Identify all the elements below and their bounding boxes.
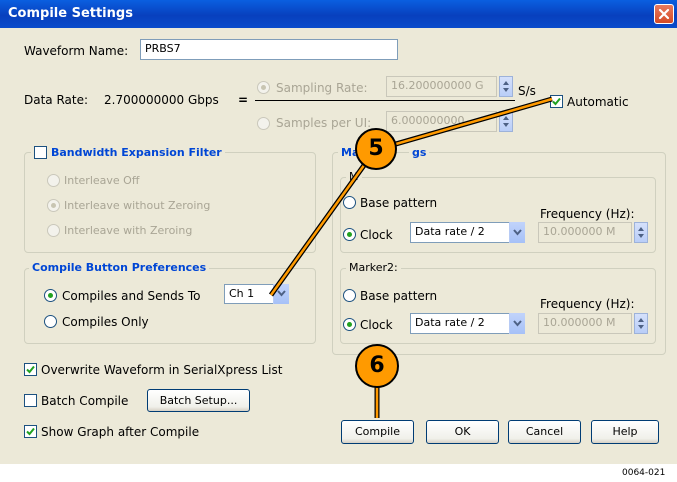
figure-id: 0064-021 — [622, 468, 666, 478]
callout-5: 5 — [355, 128, 397, 170]
callout-6: 6 — [355, 344, 399, 388]
callout-leaders — [268, 96, 553, 418]
